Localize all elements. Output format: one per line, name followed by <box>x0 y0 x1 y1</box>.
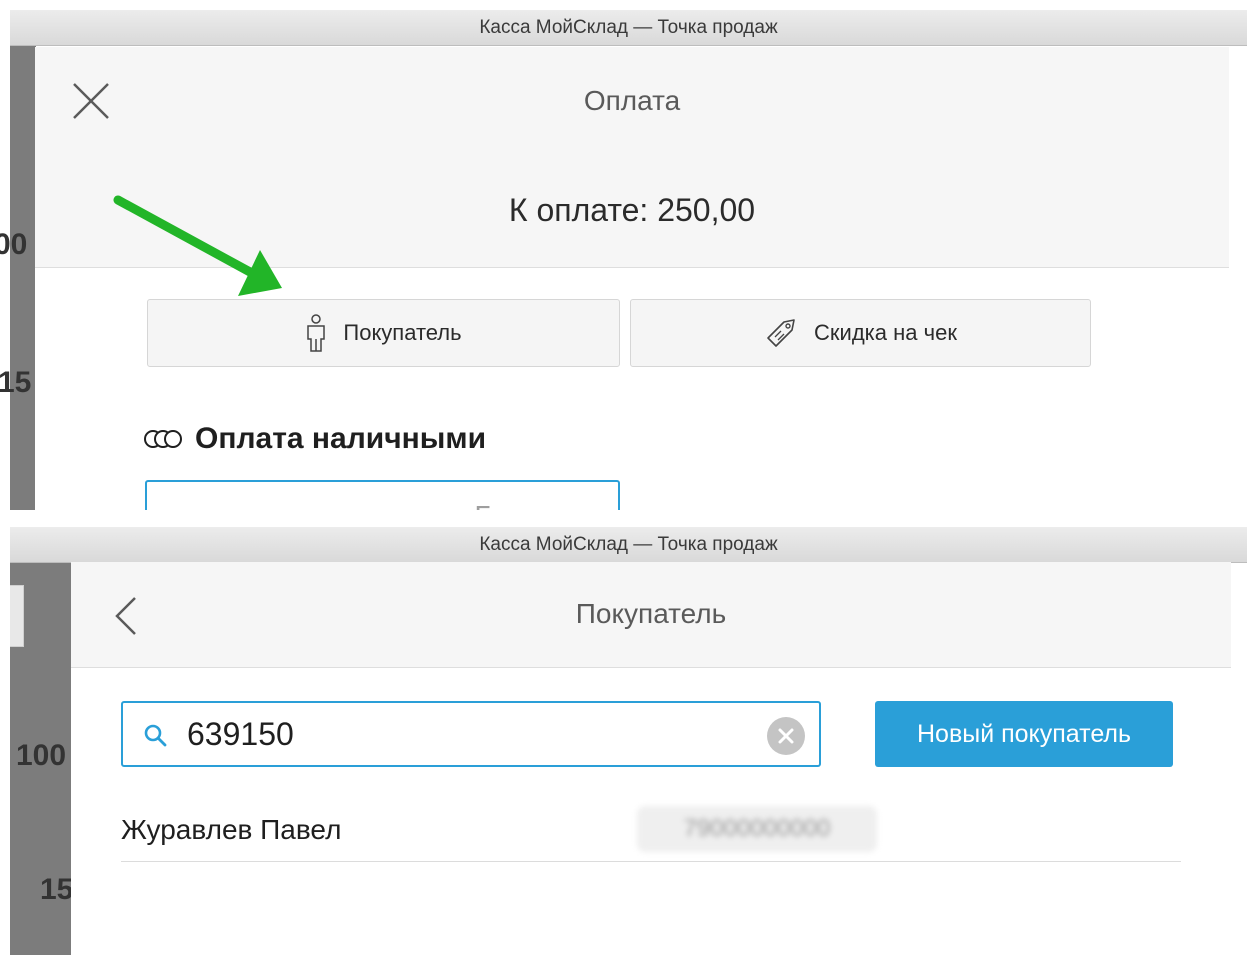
customer-phone-redacted: 79000000000 <box>637 806 877 852</box>
background-amount: 15 <box>0 366 32 399</box>
background-panel <box>10 585 24 647</box>
background-amount: 00 <box>0 228 28 261</box>
modal-header: Покупатель <box>71 562 1231 668</box>
window-titlebar: Касса МойСклад — Точка продаж <box>10 10 1247 46</box>
search-icon <box>144 724 167 747</box>
buyer-search-input[interactable] <box>187 711 747 757</box>
coins-icon <box>144 430 182 448</box>
modal-title: Оплата <box>583 85 681 116</box>
price-tag-icon <box>767 319 795 347</box>
cash-input-placeholder: Без сдачи <box>475 500 604 510</box>
customer-name: Журавлев Павел <box>121 814 342 845</box>
buyer-button-label: Покупатель <box>343 320 462 345</box>
annotation-arrow-icon <box>113 195 282 296</box>
clear-search-button[interactable] <box>767 717 805 755</box>
buyer-search-box <box>121 701 821 767</box>
cash-section-title: Оплата наличными <box>143 422 486 456</box>
close-icon <box>778 728 794 744</box>
discount-button[interactable]: Скидка на чек <box>630 299 1091 367</box>
screenshot-buyer-search: 100 15 Касса МойСклад — Точка продаж Пок… <box>0 525 1247 955</box>
app-backdrop <box>10 46 36 510</box>
cash-section-label: Оплата наличными <box>195 422 487 455</box>
background-amount: 15 <box>40 873 74 906</box>
buyer-button[interactable]: Покупатель <box>147 299 620 367</box>
cash-amount-input[interactable]: Без сдачи <box>145 480 620 510</box>
discount-button-label: Скидка на чек <box>814 320 957 345</box>
modal-title: Покупатель <box>575 598 727 629</box>
new-buyer-button[interactable]: Новый покупатель <box>875 701 1173 767</box>
window-titlebar: Касса МойСклад — Точка продаж <box>10 527 1247 563</box>
list-item[interactable]: Журавлев Павел 79000000000 <box>121 800 1181 862</box>
background-amount: 100 <box>16 739 67 772</box>
person-icon <box>307 314 326 352</box>
buyer-modal: Покупатель Новый покупатель Журавлев Пав… <box>71 562 1231 955</box>
screenshot-payment: 00 15 Касса МойСклад — Точка продаж Опла… <box>0 0 1247 510</box>
